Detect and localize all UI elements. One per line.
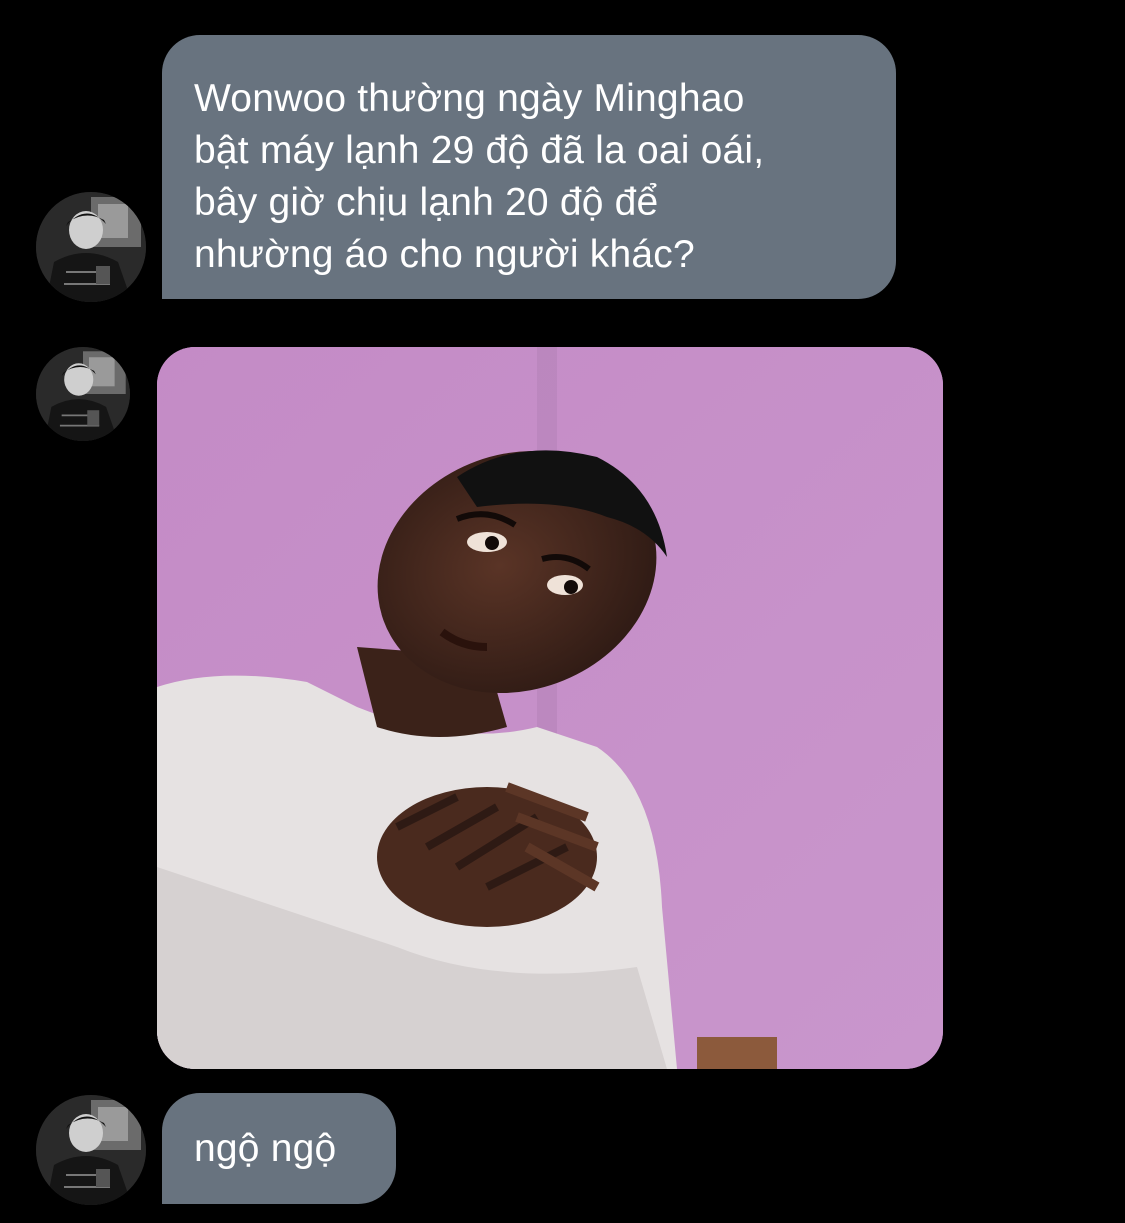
sender-avatar[interactable] [36,1095,146,1205]
sender-avatar[interactable] [36,192,146,302]
sender-avatar[interactable] [36,347,130,441]
message-text: Wonwoo thường ngày Minghao bật máy lạnh … [194,77,765,276]
meme-image[interactable] [157,347,943,1069]
message-text: ngộ ngộ [194,1127,337,1170]
message-bubble[interactable]: ngộ ngộ [162,1093,396,1204]
message-bubble[interactable]: Wonwoo thường ngày Minghao bật máy lạnh … [162,35,896,299]
